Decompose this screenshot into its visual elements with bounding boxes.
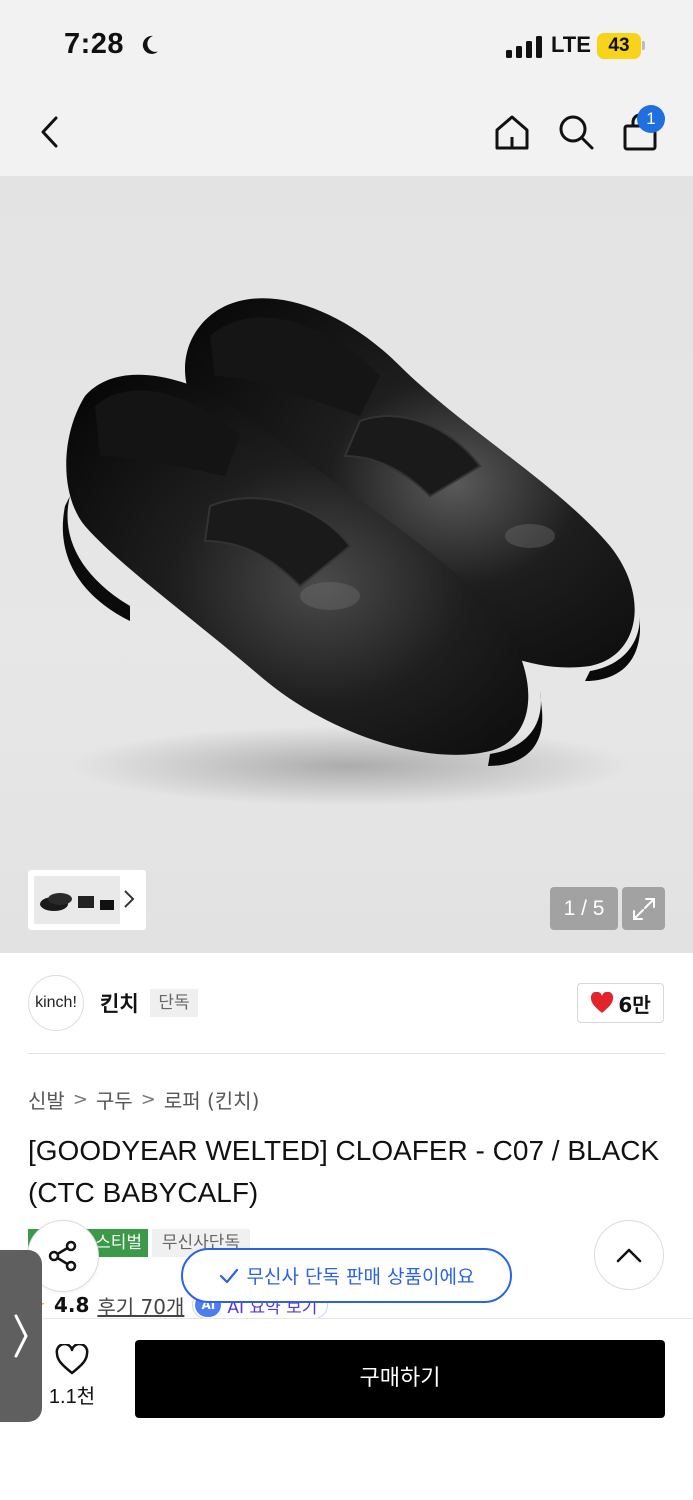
chevron-right-icon: [14, 1314, 28, 1358]
back-button[interactable]: [26, 108, 74, 156]
breadcrumb-item[interactable]: 로퍼 (킨치): [164, 1085, 260, 1114]
toast-text: 무신사 단독 판매 상품이에요: [246, 1266, 475, 1288]
product-image: [62, 298, 640, 806]
battery-nub: [642, 41, 645, 50]
exclusive-toast: 무신사 단독 판매 상품이에요: [181, 1248, 512, 1303]
chevron-right-icon: [124, 890, 135, 908]
cart-count-badge: 1: [637, 105, 665, 133]
thumbnail-image: [34, 876, 120, 924]
chevron-right-icon: >: [72, 1089, 88, 1110]
search-icon: [559, 115, 594, 150]
home-icon: [495, 115, 529, 150]
network-label: LTE: [551, 32, 591, 57]
chevron-up-icon: [616, 1248, 642, 1263]
moon-icon: [142, 35, 158, 54]
wishlist-count: 1.1천: [48, 1386, 96, 1408]
side-panel-handle[interactable]: [0, 1250, 42, 1422]
breadcrumb-item[interactable]: 신발: [28, 1085, 65, 1114]
battery-indicator: 43: [597, 33, 641, 59]
chevron-left-icon: [41, 116, 58, 148]
review-link[interactable]: 후기 70개: [97, 1291, 184, 1320]
status-time: 7:28: [64, 28, 125, 60]
search-button[interactable]: [552, 108, 600, 156]
product-title: [GOODYEAR WELTED] CLOAFER - C07 / BLACK …: [28, 1135, 660, 1208]
brand-name[interactable]: 킨치: [100, 988, 139, 1018]
product-image-gallery[interactable]: 1 / 5: [0, 176, 693, 953]
wishlist-button[interactable]: 1.1천: [40, 1344, 104, 1416]
fullscreen-button[interactable]: [622, 887, 665, 930]
breadcrumb-item[interactable]: 구두: [96, 1085, 133, 1114]
brand-like-button[interactable]: 6만: [577, 983, 664, 1023]
share-icon: [48, 1240, 77, 1272]
top-navigation: [0, 88, 693, 176]
image-counter: 1 / 5: [550, 887, 618, 930]
divider: [28, 1053, 665, 1054]
thumbnail-strip[interactable]: [28, 870, 146, 930]
status-bar: 7:28 LTE 43: [0, 0, 693, 88]
buy-button[interactable]: 구매하기: [135, 1340, 665, 1418]
home-button[interactable]: [488, 108, 536, 156]
check-icon: [219, 1268, 238, 1283]
heart-outline-icon: [55, 1344, 89, 1375]
rating-score: 4.8: [53, 1293, 90, 1317]
scroll-top-button[interactable]: [594, 1220, 664, 1290]
expand-icon: [632, 897, 655, 920]
signal-icon: [506, 36, 542, 58]
brand-logo[interactable]: kinch!: [28, 975, 84, 1031]
breadcrumb: 신발 > 구두 > 로퍼 (킨치): [28, 1085, 259, 1114]
exclusive-tag: 단독: [150, 989, 198, 1017]
chevron-right-icon: >: [140, 1089, 156, 1110]
brand-like-count: 6만: [618, 992, 651, 1017]
heart-filled-icon: [591, 992, 614, 1013]
